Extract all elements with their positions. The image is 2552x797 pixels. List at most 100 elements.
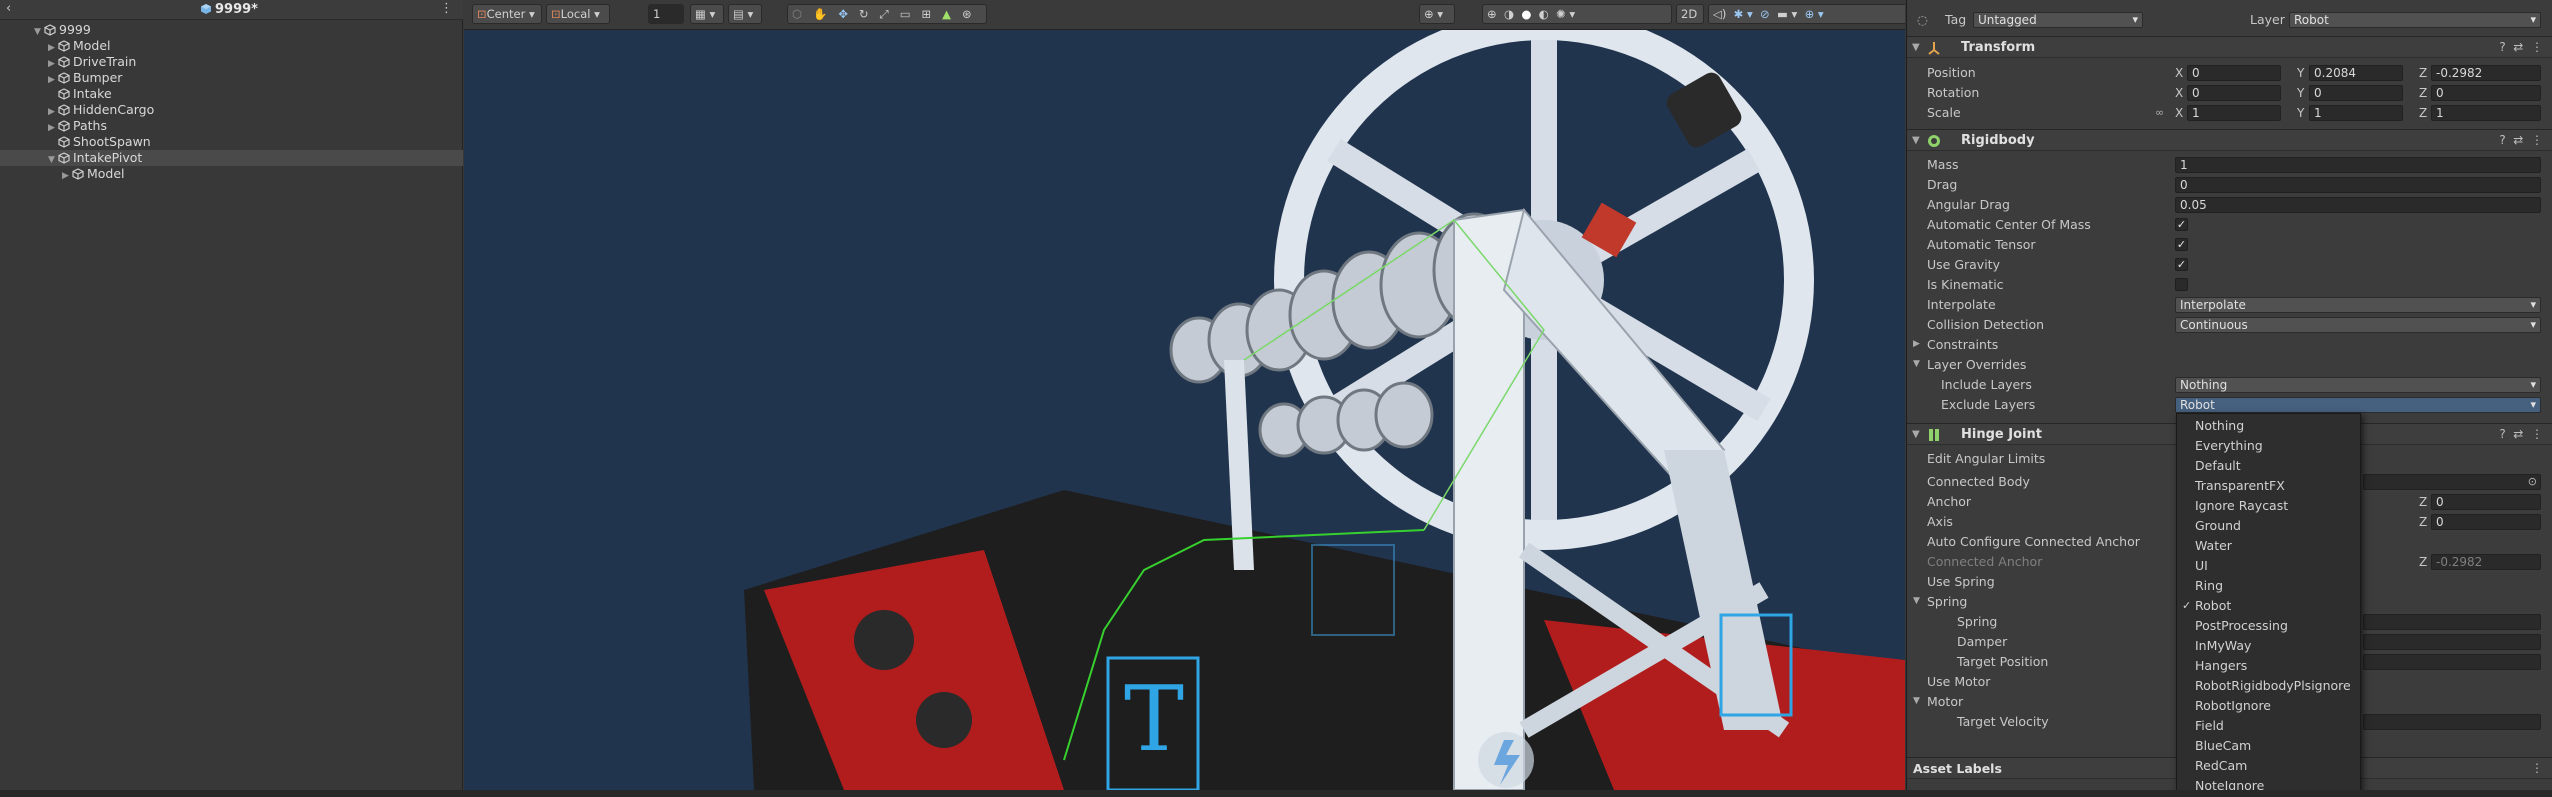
- anchor-z-field[interactable]: 0: [2431, 494, 2541, 510]
- layer-option[interactable]: Water: [2177, 536, 2362, 556]
- increment-snap-icon[interactable]: ▤ ▾: [728, 4, 762, 24]
- collapse-arrow-icon[interactable]: ▼: [1912, 424, 1920, 445]
- layer-option[interactable]: Everything: [2177, 436, 2362, 456]
- expand-arrow-icon[interactable]: ▶: [1913, 335, 1920, 354]
- layer-overrides-row[interactable]: ▼ Layer Overrides: [1907, 355, 2552, 374]
- layer-option[interactable]: Ground: [2177, 516, 2362, 536]
- custom-tool-icon[interactable]: ⊛: [962, 7, 972, 21]
- scale-y-field[interactable]: 1: [2309, 105, 2403, 121]
- foldout-arrow-icon[interactable]: ▶: [62, 168, 72, 184]
- layer-option[interactable]: TransparentFX: [2177, 476, 2362, 496]
- visibility-icon[interactable]: ⊘: [1760, 7, 1770, 21]
- axis-z-field[interactable]: 0: [2431, 514, 2541, 530]
- use-gravity-checkbox[interactable]: ✓: [2175, 258, 2188, 271]
- hierarchy-item[interactable]: ▶ Model: [0, 38, 463, 54]
- layer-option[interactable]: RedCam: [2177, 756, 2362, 776]
- hierarchy-item[interactable]: ▼ IntakePivot: [0, 150, 463, 166]
- rect-tool-icon[interactable]: ▭: [900, 7, 911, 21]
- interpolate-dropdown[interactable]: Interpolate: [2175, 297, 2541, 313]
- scale-z-field[interactable]: 1: [2431, 105, 2541, 121]
- layer-option[interactable]: PostProcessing: [2177, 616, 2362, 636]
- mass-field[interactable]: 1: [2175, 157, 2541, 173]
- component-menu-icons[interactable]: ? ⇄ ⋮: [2499, 37, 2543, 58]
- mode-2d-button[interactable]: 2D: [1676, 4, 1704, 24]
- view-tool-icon[interactable]: ⬡: [792, 7, 802, 21]
- component-menu-icons[interactable]: ? ⇄ ⋮: [2499, 424, 2543, 445]
- scale-tool-icon[interactable]: ⤢: [880, 7, 889, 21]
- rotation-z-field[interactable]: 0: [2431, 85, 2541, 101]
- lighting-icon[interactable]: ✺ ▾: [1556, 7, 1575, 21]
- rotation-y-field[interactable]: 0: [2309, 85, 2403, 101]
- transform-header[interactable]: ▼ Transform ? ⇄ ⋮: [1907, 36, 2552, 58]
- collapse-arrow-icon[interactable]: ▼: [1913, 692, 1920, 711]
- scene-view[interactable]: ⊡Center ▾ ⊡Local ▾ 1 ▦ ▾ ▤ ▾ ⬡ ✋ ✥ ↻ ⤢ ▭…: [464, 0, 1905, 790]
- tag-dropdown[interactable]: Untagged: [1973, 12, 2143, 28]
- drag-field[interactable]: 0: [2175, 177, 2541, 193]
- hierarchy-item[interactable]: ▶ HiddenCargo: [0, 102, 463, 118]
- layer-option[interactable]: BlueCam: [2177, 736, 2362, 756]
- layer-option[interactable]: Field: [2177, 716, 2362, 736]
- wireframe-icon[interactable]: ⊕: [1487, 7, 1497, 21]
- collapse-arrow-icon[interactable]: ▼: [1912, 130, 1920, 151]
- hierarchy-item[interactable]: ▶ Paths: [0, 118, 463, 134]
- rigidbody-header[interactable]: ▼ Rigidbody ? ⇄ ⋮: [1907, 129, 2552, 151]
- rotate-tool-icon[interactable]: ↻: [859, 7, 869, 21]
- back-chevron-icon[interactable]: ‹: [6, 1, 11, 16]
- connected-body-field[interactable]: [2363, 474, 2541, 490]
- asset-labels-menu-icon[interactable]: ⋮: [2531, 758, 2543, 779]
- grid-snap-icon[interactable]: ▦ ▾: [690, 4, 724, 24]
- position-z-field[interactable]: -0.2982: [2431, 65, 2541, 81]
- layer-option[interactable]: Ring: [2177, 576, 2362, 596]
- move-tool-icon[interactable]: ✥: [838, 7, 848, 21]
- layer-option[interactable]: Ignore Raycast: [2177, 496, 2362, 516]
- collapse-arrow-icon[interactable]: ▼: [1913, 355, 1920, 374]
- layer-option[interactable]: Nothing: [2177, 416, 2362, 436]
- transform-tool-icon[interactable]: ⊞: [922, 7, 932, 21]
- angular-drag-field[interactable]: 0.05: [2175, 197, 2541, 213]
- orientation-dropdown-icon[interactable]: ⊕ ▾: [1419, 4, 1455, 24]
- position-x-field[interactable]: 0: [2187, 65, 2281, 81]
- hierarchy-item[interactable]: ▼ 9999: [0, 22, 463, 38]
- collapse-arrow-icon[interactable]: ▼: [1913, 592, 1920, 611]
- unlit-icon[interactable]: ◐: [1539, 7, 1549, 21]
- layer-option[interactable]: Hangers: [2177, 656, 2362, 676]
- layer-option[interactable]: ✓ Robot: [2177, 596, 2362, 616]
- hierarchy-item[interactable]: ▶ Model: [0, 166, 463, 182]
- layer-dropdown[interactable]: Robot: [2289, 12, 2541, 28]
- scale-x-field[interactable]: 1: [2187, 105, 2281, 121]
- collider-tool-icon[interactable]: ▲: [942, 7, 951, 21]
- auto-tensor-checkbox[interactable]: ✓: [2175, 238, 2188, 251]
- rotation-x-field[interactable]: 0: [2187, 85, 2281, 101]
- pivot-rotation-dropdown[interactable]: ⊡Local ▾: [546, 4, 610, 24]
- hierarchy-item[interactable]: ▶ Bumper: [0, 70, 463, 86]
- damper-field[interactable]: [2363, 634, 2541, 650]
- audio-icon[interactable]: ◁): [1713, 7, 1726, 21]
- layer-option[interactable]: UI: [2177, 556, 2362, 576]
- spring-field[interactable]: [2363, 614, 2541, 630]
- target-position-field[interactable]: [2363, 654, 2541, 670]
- pivot-mode-dropdown[interactable]: ⊡Center ▾: [472, 4, 542, 24]
- hierarchy-menu-icon[interactable]: ⋮: [440, 1, 453, 16]
- layer-option[interactable]: RobotIgnore: [2177, 696, 2362, 716]
- layer-option[interactable]: Default: [2177, 456, 2362, 476]
- collapse-arrow-icon[interactable]: ▼: [1912, 37, 1920, 58]
- layer-option[interactable]: InMyWay: [2177, 636, 2362, 656]
- is-kinematic-checkbox[interactable]: [2175, 278, 2188, 291]
- hierarchy-item[interactable]: Intake: [0, 86, 463, 102]
- hand-tool-icon[interactable]: ✋: [813, 7, 827, 21]
- exclude-layers-dropdown[interactable]: Robot: [2175, 397, 2541, 413]
- component-menu-icons[interactable]: ? ⇄ ⋮: [2499, 130, 2543, 151]
- position-y-field[interactable]: 0.2084: [2309, 65, 2403, 81]
- hierarchy-item[interactable]: ▶ DriveTrain: [0, 54, 463, 70]
- camera-icon[interactable]: ▬ ▾: [1777, 7, 1797, 21]
- shaded-icon[interactable]: ●: [1521, 7, 1531, 21]
- constraints-row[interactable]: ▶ Constraints: [1907, 335, 2552, 354]
- gizmos-icon[interactable]: ⊕ ▾: [1805, 7, 1824, 21]
- link-icon[interactable]: ∞: [2155, 103, 2164, 122]
- object-picker-icon[interactable]: ⊙: [2528, 472, 2537, 491]
- target-velocity-field[interactable]: [2363, 714, 2541, 730]
- hierarchy-item[interactable]: ShootSpawn: [0, 134, 463, 150]
- grid-size-field[interactable]: 1: [648, 4, 684, 24]
- layer-option[interactable]: RobotRigidbodyPlsignore: [2177, 676, 2362, 696]
- auto-com-checkbox[interactable]: ✓: [2175, 218, 2188, 231]
